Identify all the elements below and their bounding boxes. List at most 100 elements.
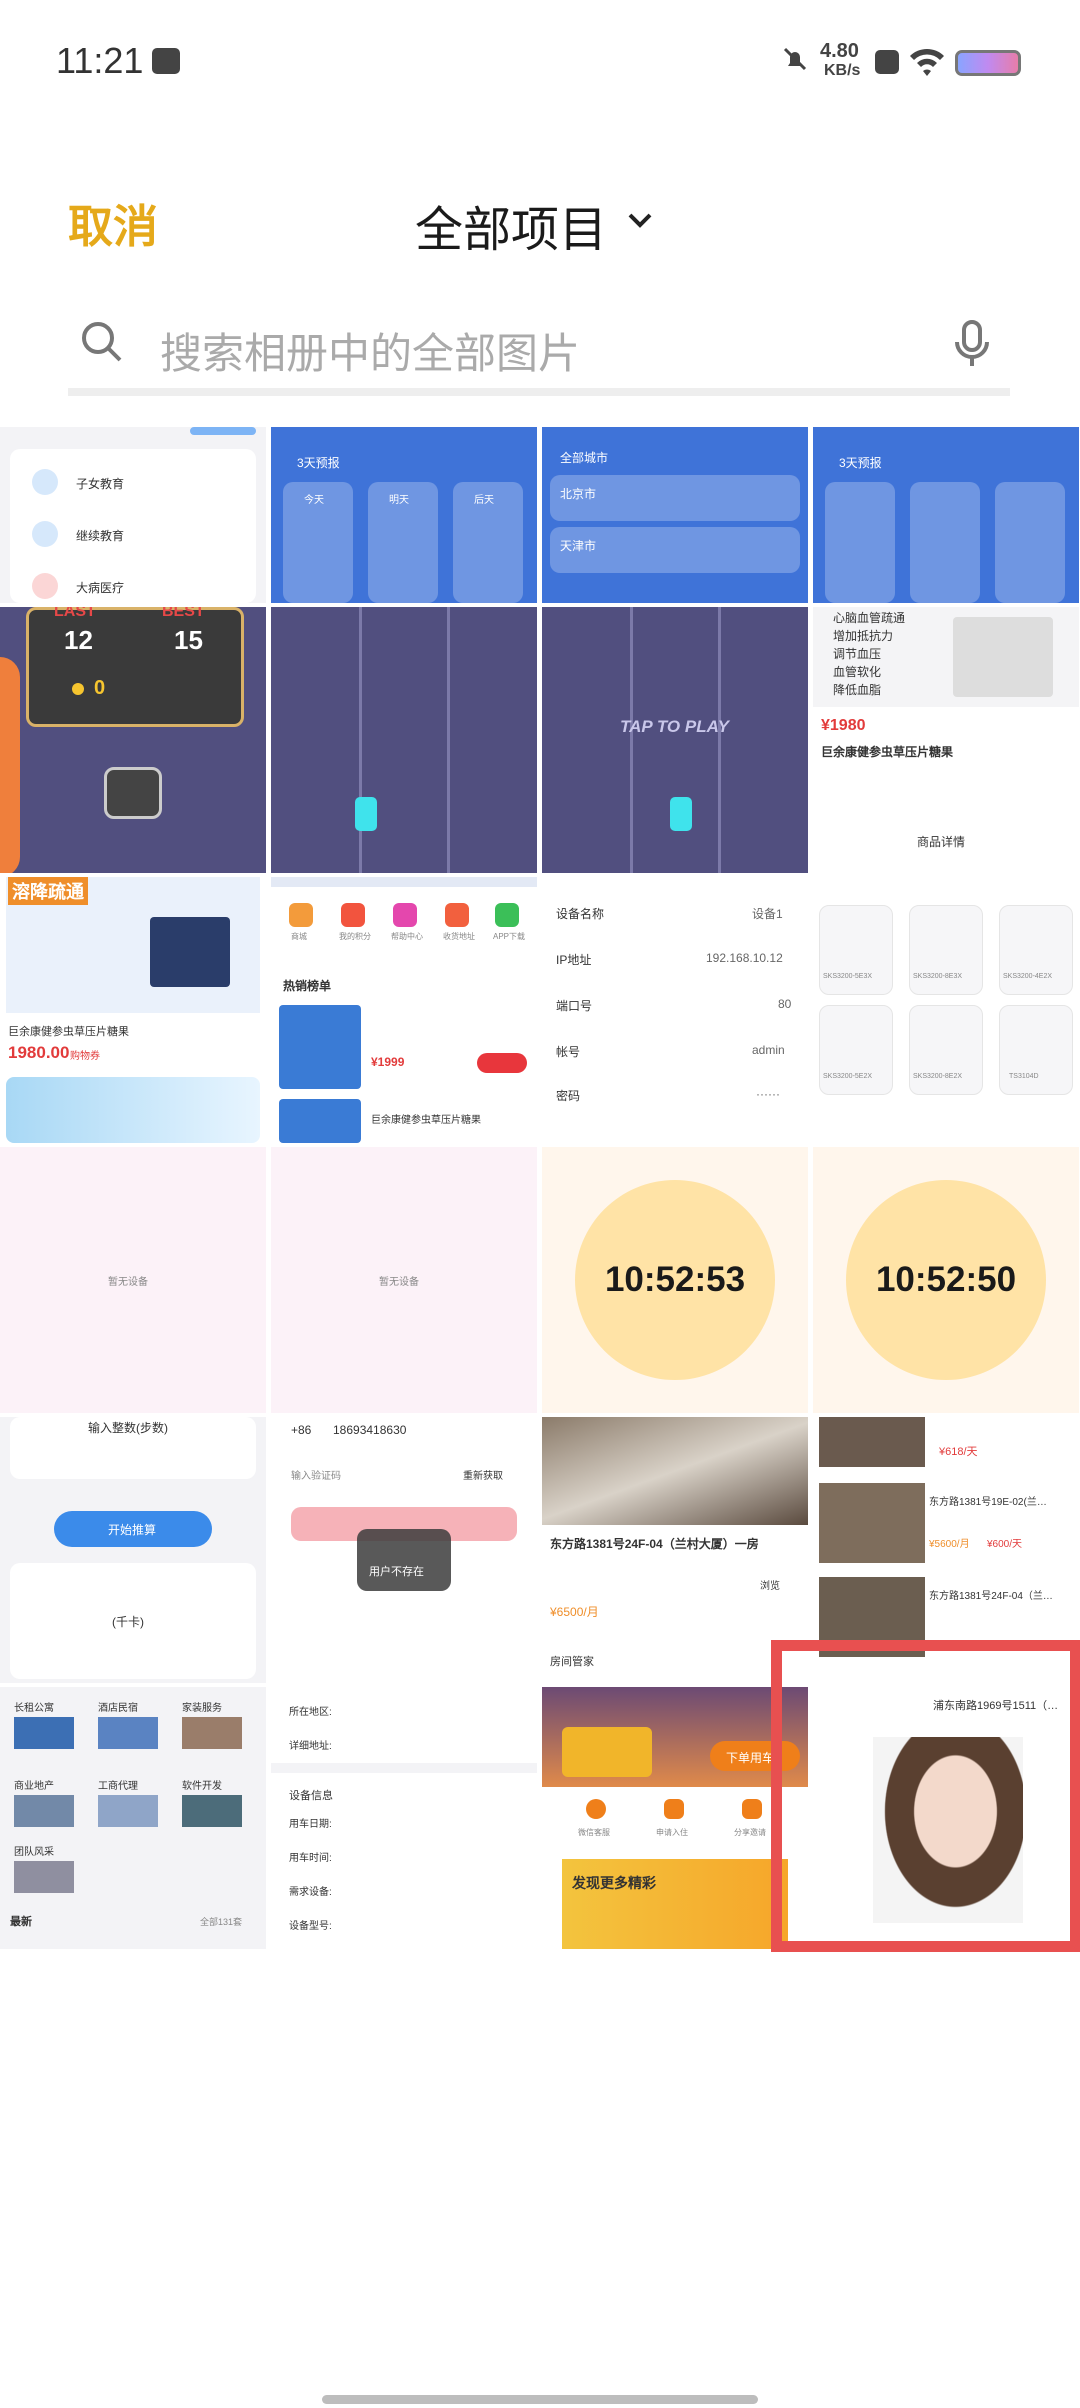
clock-display: 10:52:50	[846, 1180, 1046, 1380]
day-label: 明天	[389, 495, 409, 506]
thumbnail-9[interactable]: 溶降疏通 巨余康健参虫草压片糖果 1980.00 购物券	[0, 877, 266, 1143]
country-code: +86	[291, 1423, 312, 1437]
thumbnail-7[interactable]: TAP TO PLAY	[542, 607, 808, 873]
clock-display: 10:52:53	[575, 1180, 775, 1380]
forecast-label: 3天预报	[839, 456, 882, 470]
empty-label: 暂无设备	[108, 1277, 148, 1288]
thumbnail-23[interactable]: 下单用车 微信客服 申请入住 分享邀请 发现更多精彩	[542, 1687, 808, 1949]
toast-message: 用户不存在	[369, 1566, 424, 1578]
education-icon	[32, 469, 58, 495]
bullet: 调节血压	[833, 647, 882, 661]
form-label: 设备型号:	[289, 1921, 332, 1932]
selection-highlight	[771, 1640, 1080, 1952]
thumbnail-15[interactable]: 10:52:53	[542, 1147, 808, 1413]
icon-label: 帮助中心	[391, 932, 423, 941]
tile-label: 商业地产	[14, 1781, 54, 1792]
thumbnail-18[interactable]: +86 18693418630 输入验证码 重新获取 用户不存在	[271, 1417, 537, 1683]
thumbnail-22[interactable]: 所在地区: 详细地址: 设备信息 用车日期: 用车时间: 需求设备: 设备型号:	[271, 1687, 537, 1949]
cancel-button[interactable]: 取消	[68, 190, 158, 255]
thumbnail-17[interactable]: 输入整数(步数) 开始推算 (千卡)	[0, 1417, 266, 1683]
tile-label: 工商代理	[98, 1781, 138, 1792]
thumbnail-4[interactable]: 3天预报	[813, 427, 1079, 603]
detail-label: 商品详情	[917, 835, 966, 849]
field-label: 密码	[556, 1089, 581, 1103]
download-icon	[495, 903, 519, 927]
thumbnail-14[interactable]: 暂无设备	[271, 1147, 537, 1413]
thumbnail-8[interactable]: 心脑血管疏通 增加抵抗力 调节血压 血管软化 降低血脂 ¥1980 巨余康健参虫…	[813, 607, 1079, 873]
banner-headline: 溶降疏通	[8, 877, 88, 905]
model-label: SKS3200-4E2X	[1003, 973, 1053, 980]
icon-label: 我的积分	[339, 932, 371, 941]
bullet: 心脑血管疏通	[833, 611, 906, 625]
empty-label: 暂无设备	[379, 1277, 419, 1288]
thumbnail-6[interactable]	[271, 607, 537, 873]
tile-label: 酒店民宿	[98, 1703, 138, 1714]
thumbnail-5[interactable]: LAST BEST 12 15 0	[0, 607, 266, 873]
mall-icon	[289, 903, 313, 927]
thumbnail-19[interactable]: 东方路1381号24F-04（兰村大厦）一房 ¥6500/月 浏览 房间管家	[542, 1417, 808, 1683]
search-bar[interactable]: 搜索相册中的全部图片	[68, 300, 1010, 396]
model-label: SKS3200-5E3X	[823, 973, 873, 980]
day-label: 后天	[474, 495, 494, 506]
icon-label: 申请入住	[656, 1828, 688, 1837]
tile-label: 长租公寓	[14, 1703, 54, 1714]
bullet: 血管软化	[833, 665, 882, 679]
best-score: 15	[174, 625, 203, 655]
coin-count: 0	[94, 677, 106, 699]
address-icon	[445, 903, 469, 927]
city-header: 全部城市	[560, 451, 609, 465]
graduation-icon	[32, 521, 58, 547]
best-label: BEST	[162, 607, 205, 620]
search-input[interactable]: 搜索相册中的全部图片	[160, 320, 580, 381]
search-icon	[80, 320, 124, 364]
manager-label: 房间管家	[550, 1656, 594, 1668]
day-label: 今天	[304, 495, 324, 506]
thumbnail-16[interactable]: 10:52:50	[813, 1147, 1079, 1413]
back-arrow-icon	[104, 767, 162, 819]
calc-button-label: 开始推算	[108, 1523, 157, 1537]
last-label: LAST	[54, 607, 96, 620]
coin-icon	[72, 683, 84, 695]
help-icon	[393, 903, 417, 927]
form-label: 详细地址:	[289, 1741, 332, 1752]
field-value: ······	[756, 1087, 780, 1101]
microphone-icon[interactable]	[952, 318, 992, 370]
listing-title: 东方路1381号24F-04（兰…	[929, 1591, 1053, 1602]
thumbnail-13[interactable]: 暂无设备	[0, 1147, 266, 1413]
price: 1980.00	[8, 1043, 70, 1062]
form-label: 用车时间:	[289, 1853, 332, 1864]
icon-label: APP下载	[493, 932, 526, 941]
icon-label: 微信客服	[578, 1828, 610, 1837]
thumbnail-3[interactable]: 全部城市 北京市 天津市	[542, 427, 808, 603]
thumbnail-12[interactable]: SKS3200-5E3X SKS3200-8E3X SKS3200-4E2X S…	[813, 877, 1079, 1143]
net-unit: KB/s	[824, 62, 861, 79]
icon-label: 商城	[291, 932, 307, 941]
model-label: SKS3200-8E3X	[913, 973, 963, 980]
thumbnail-1[interactable]: 子女教育 继续教育 大病医疗	[0, 427, 266, 603]
phone-number: 18693418630	[333, 1423, 407, 1437]
menu-item: 大病医疗	[76, 581, 125, 595]
album-title[interactable]: 全部项目	[415, 190, 607, 260]
form-label: 需求设备:	[289, 1887, 332, 1898]
field-label: 设备名称	[556, 907, 605, 921]
home-indicator[interactable]	[322, 2395, 758, 2404]
thumbnail-11[interactable]: 设备名称 设备1 IP地址 192.168.10.12 端口号 80 帐号 ad…	[542, 877, 808, 1143]
field-label: 帐号	[556, 1045, 581, 1059]
chevron-down-icon[interactable]	[622, 203, 658, 239]
last-score: 12	[64, 625, 93, 655]
picker-header: 取消 全部项目	[0, 170, 1080, 270]
thumbnail-2[interactable]: 3天预报 今天 明天 后天	[271, 427, 537, 603]
field-value: 192.168.10.12	[706, 951, 783, 965]
listing-price: ¥6500/月	[550, 1605, 599, 1619]
thumbnail-10[interactable]: 商城 我的积分 帮助中心 收货地址 APP下载 热销榜单 ¥1999 巨余康健参…	[271, 877, 537, 1143]
tile-label: 家装服务	[182, 1703, 222, 1714]
close-box-icon	[875, 50, 899, 74]
thumbnail-21[interactable]: 长租公寓 酒店民宿 家装服务 商业地产 工商代理 软件开发 团队风采 最新 全部…	[0, 1687, 266, 1949]
product-name: 巨余康健参虫草压片糖果	[371, 1115, 481, 1126]
banner-title: 发现更多精彩	[572, 1875, 656, 1891]
city-name: 天津市	[560, 539, 597, 553]
wifi-icon	[908, 44, 946, 78]
buy-button	[477, 1053, 527, 1073]
forecast-label: 3天预报	[297, 456, 340, 470]
battery-icon	[955, 50, 1021, 76]
